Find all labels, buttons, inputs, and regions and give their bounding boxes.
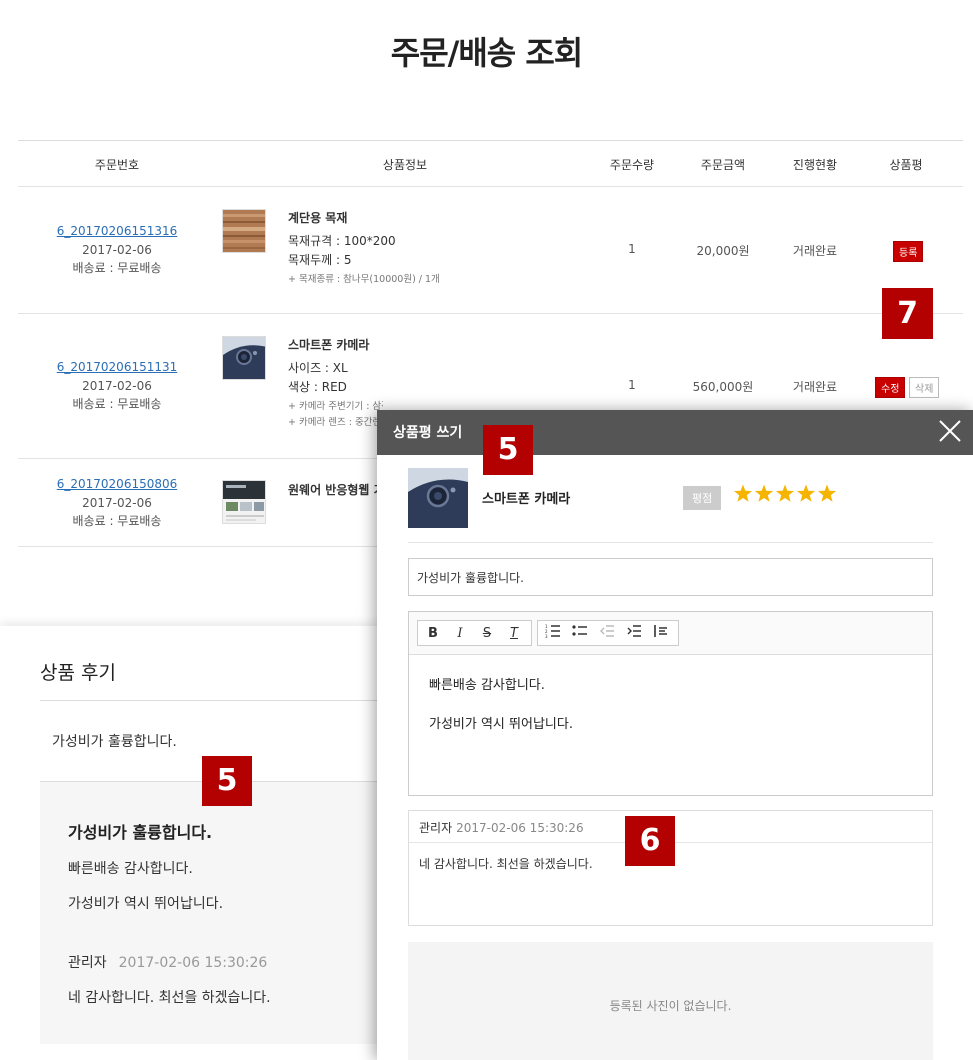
editor-line: 빠른배송 감사합니다. (429, 678, 545, 693)
table-row: 6_20170206151316 2017-02-06 배송료 : 무료배송 (40, 222, 194, 278)
review-editor[interactable]: B I S T 123 빠른배송 감사합니다. 가성비가 역시 뛰어납니다. (408, 611, 933, 796)
review-detail-line: 빠른배송 감사합니다. (68, 861, 193, 877)
list-group: 123 (537, 620, 679, 646)
product-option: 목재규격 : 100*200 (288, 234, 396, 248)
review-divider (40, 700, 380, 701)
strikethrough-icon[interactable]: S (476, 624, 498, 644)
product-thumbnail-camera[interactable] (222, 336, 266, 380)
product-option: 색상 : RED (288, 380, 347, 394)
rating-label: 평점 (683, 486, 722, 510)
header-amount: 주문금액 (700, 158, 746, 172)
product-option: 사이즈 : XL (288, 361, 348, 375)
shipping-fee: 배송료 : 무료배송 (72, 514, 162, 528)
admin-reply-date: 2017-02-06 15:30:26 (118, 955, 268, 971)
blockquote-icon[interactable] (650, 624, 672, 644)
order-date: 2017-02-06 (82, 495, 152, 510)
table-top-divider (18, 140, 963, 141)
no-photo-message: 등록된 사진이 없습니다. (609, 999, 732, 1013)
admin-reply-text: 네 감사합니다. 최선을 하겠습니다. (419, 857, 593, 871)
order-number-link[interactable]: 6_20170206151316 (40, 222, 194, 241)
callout-6: 6 (625, 816, 675, 866)
order-date: 2017-02-06 (82, 378, 152, 393)
header-order-no: 주문번호 (94, 158, 140, 172)
order-number-link[interactable]: 6_20170206150806 (40, 475, 194, 494)
callout-5-modal: 5 (483, 425, 533, 475)
bullet-list-icon[interactable] (569, 624, 591, 644)
photo-area: 등록된 사진이 없습니다. (408, 942, 933, 1060)
order-amount: 560,000원 (692, 380, 754, 394)
product-info: 계단용 목재 목재규격 : 100*200 목재두께 : 5 + 목재종류 : … (288, 209, 488, 288)
ordered-list-icon[interactable]: 123 (542, 624, 564, 644)
admin-name: 관리자 (68, 955, 107, 971)
editor-toolbar: B I S T 123 (409, 612, 932, 655)
product-info: 스마트폰 카메라 사이즈 : XL 색상 : RED + 카메라 주변기기 : … (288, 336, 383, 431)
shipping-fee: 배송료 : 무료배송 (72, 397, 162, 411)
clear-format-icon[interactable]: T (503, 624, 525, 644)
format-group: B I S T (417, 620, 532, 646)
row-divider (18, 313, 963, 314)
callout-7: 7 (882, 288, 933, 339)
review-edit-button[interactable]: 수정 (875, 377, 906, 398)
header-status: 진행현황 (792, 158, 838, 172)
bold-icon[interactable]: B (422, 624, 444, 644)
modal-title: 상품평 쓰기 (393, 425, 463, 441)
order-status: 거래완료 (792, 244, 838, 258)
review-detail-title: 가성비가 훌륭합니다. (68, 823, 213, 842)
table-row: 6_20170206150806 2017-02-06 배송료 : 무료배송 (40, 475, 194, 531)
order-date: 2017-02-06 (82, 242, 152, 257)
product-extra-option: + 카메라 주변기기 : 삼각대(10000원) / 1개 (288, 401, 383, 412)
rating-stars[interactable] (733, 484, 838, 508)
product-thumbnail-wood[interactable] (222, 209, 266, 253)
page-title: 주문/배송 조회 (390, 34, 583, 72)
callout-5-review: 5 (202, 756, 252, 806)
order-number-link[interactable]: 6_20170206151131 (40, 358, 194, 377)
product-name[interactable]: 원웨어 반응형웹 기 (288, 481, 378, 500)
italic-icon[interactable]: I (449, 624, 471, 644)
product-info: 원웨어 반응형웹 기 (288, 481, 378, 504)
table-row: 6_20170206151131 2017-02-06 배송료 : 무료배송 (40, 358, 194, 414)
product-name[interactable]: 계단용 목재 (288, 209, 488, 228)
shipping-fee: 배송료 : 무료배송 (72, 261, 162, 275)
svg-text:3: 3 (545, 634, 548, 638)
product-thumbnail-website[interactable] (222, 480, 266, 524)
modal-divider (408, 542, 933, 543)
product-name[interactable]: 스마트폰 카메라 (288, 336, 383, 355)
admin-reply-text: 네 감사합니다. 최선을 하겠습니다. (68, 990, 271, 1006)
editor-line: 가성비가 역시 뛰어납니다. (429, 717, 573, 732)
indent-icon[interactable] (623, 624, 645, 644)
review-section-title: 상품 후기 (40, 662, 116, 684)
product-option: 목재두께 : 5 (288, 253, 352, 267)
modal-product-thumbnail (408, 468, 468, 528)
product-extra-option: + 목재종류 : 참나무(10000원) / 1개 (288, 274, 440, 285)
header-review: 상품평 (889, 158, 923, 172)
admin-reply-meta: 관리자 2017-02-06 15:30:26 (68, 952, 267, 972)
header-qty: 주문수량 (609, 158, 655, 172)
order-status: 거래완료 (792, 380, 838, 394)
close-icon[interactable] (937, 418, 963, 444)
modal-header: 상품평 쓰기 (377, 410, 973, 455)
table-header-divider (18, 186, 963, 187)
review-write-modal: 상품평 쓰기 스마트폰 카메라 평점 B I S T 123 (377, 410, 973, 1060)
header-product-info: 상품정보 (382, 158, 428, 172)
row-divider (18, 546, 378, 547)
review-title-input[interactable] (408, 558, 933, 596)
review-register-button[interactable]: 등록 (893, 241, 924, 262)
review-detail-line: 가성비가 역시 뛰어납니다. (68, 896, 224, 912)
editor-content[interactable]: 빠른배송 감사합니다. 가성비가 역시 뛰어납니다. (429, 676, 573, 735)
outdent-icon[interactable] (596, 624, 618, 644)
order-qty: 1 (628, 378, 636, 392)
review-delete-button[interactable]: 삭제 (909, 377, 940, 398)
review-summary[interactable]: 가성비가 훌륭합니다. (52, 731, 177, 751)
modal-product-name: 스마트폰 카메라 (482, 492, 571, 507)
product-extra-option: + 카메라 렌즈 : 중간렌즈 (288, 417, 383, 428)
admin-reply-date: 2017-02-06 15:30:26 (456, 821, 584, 835)
order-qty: 1 (628, 242, 636, 256)
order-amount: 20,000원 (696, 244, 750, 258)
admin-name: 관리자 (419, 821, 453, 835)
